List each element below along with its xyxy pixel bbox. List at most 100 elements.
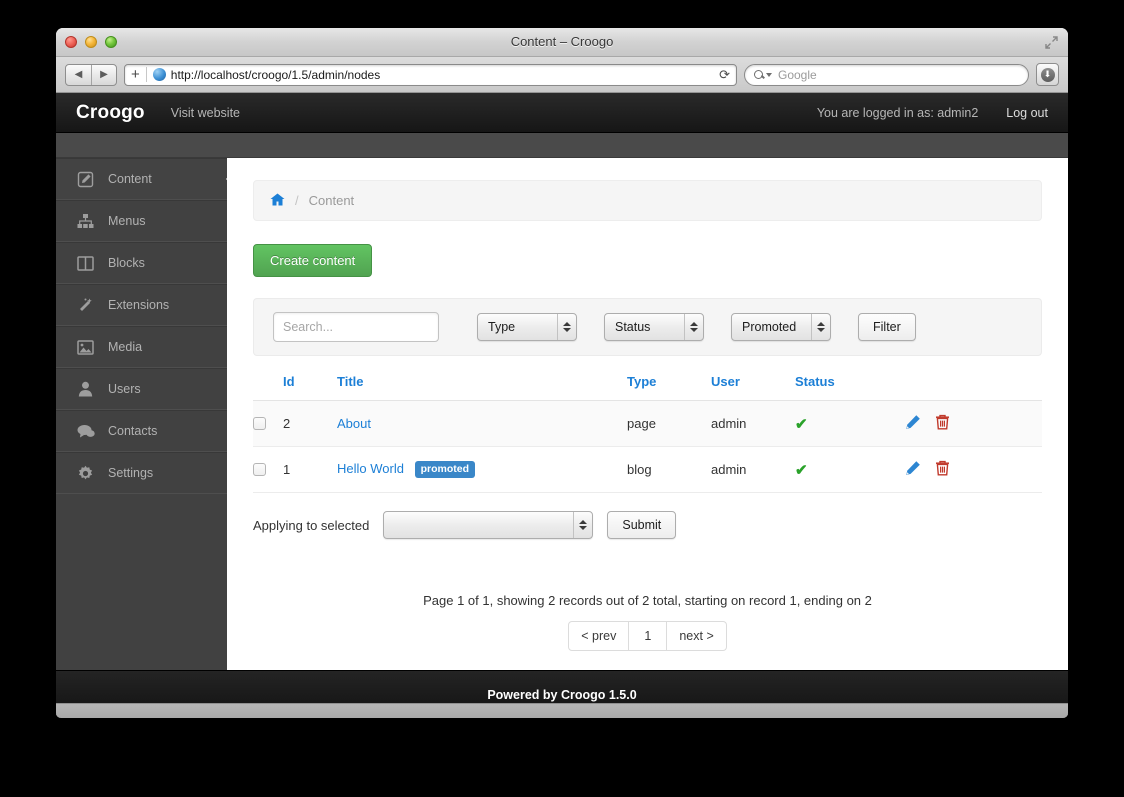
- app-brand-logo[interactable]: Croogo: [76, 102, 145, 124]
- breadcrumb-current: Content: [308, 193, 355, 208]
- columns-icon: [76, 254, 95, 273]
- table-body: 2 About page admin ✔ 1 Hello World promo…: [253, 400, 1042, 493]
- status-select-value: Status: [615, 320, 651, 334]
- row-actions-cell: [905, 446, 1042, 493]
- download-icon: ⬇: [1040, 67, 1055, 82]
- promoted-badge: promoted: [414, 461, 475, 478]
- row-status-cell: ✔: [795, 446, 905, 493]
- th-user[interactable]: User: [711, 362, 795, 401]
- promoted-select[interactable]: Promoted: [731, 313, 831, 341]
- nav-buttons: ◀ ▶: [65, 63, 117, 86]
- stepper-arrows-icon: [557, 314, 576, 340]
- browser-search-field[interactable]: Google: [744, 63, 1029, 86]
- th-type[interactable]: Type: [627, 362, 711, 401]
- row-status-cell: ✔: [795, 400, 905, 447]
- stepper-arrows-icon: [811, 314, 830, 340]
- filter-button[interactable]: Filter: [858, 313, 916, 341]
- check-icon[interactable]: ✔: [795, 416, 808, 433]
- pagination-prev[interactable]: < prev: [568, 621, 630, 651]
- new-tab-button[interactable]: +: [131, 67, 147, 82]
- row-checkbox[interactable]: [253, 417, 266, 430]
- type-select[interactable]: Type: [477, 313, 577, 341]
- sidebar-item-label: Extensions: [108, 298, 170, 312]
- downloads-button[interactable]: ⬇: [1036, 63, 1059, 86]
- filter-bar: Search... Type Status Promoted Filter: [253, 298, 1042, 356]
- row-checkbox[interactable]: [253, 463, 266, 476]
- search-input-placeholder: Search...: [283, 320, 334, 334]
- sidebar-item-label: Content: [108, 172, 152, 186]
- user-icon: [76, 380, 95, 399]
- th-id[interactable]: Id: [283, 362, 337, 401]
- bulk-submit-button[interactable]: Submit: [607, 511, 677, 539]
- forward-button[interactable]: ▶: [91, 64, 116, 85]
- search-icon: [754, 70, 763, 79]
- bulk-action-select[interactable]: [383, 511, 594, 539]
- pagination-page-1[interactable]: 1: [629, 621, 668, 651]
- sidebar-item-label: Settings: [108, 466, 154, 480]
- pagination-next[interactable]: next >: [667, 621, 727, 651]
- row-type: page: [627, 400, 711, 447]
- sidebar-item-extensions[interactable]: Extensions: [56, 284, 227, 326]
- fullscreen-icon[interactable]: [1044, 35, 1059, 50]
- edit-row-button[interactable]: [905, 414, 921, 433]
- reload-button[interactable]: ⟳: [713, 67, 730, 83]
- chevron-down-icon: [766, 72, 772, 77]
- table-head: Id Title Type User Status: [253, 362, 1042, 401]
- table-header-row: Id Title Type User Status: [253, 362, 1042, 401]
- pagination-info: Page 1 of 1, showing 2 records out of 2 …: [423, 593, 872, 608]
- table-row: 2 About page admin ✔: [253, 400, 1042, 447]
- home-icon[interactable]: [270, 193, 285, 209]
- active-item-arrow-icon: [226, 168, 237, 190]
- delete-row-button[interactable]: [935, 460, 950, 479]
- window-bottom-bar: [56, 703, 1068, 718]
- search-input[interactable]: Search...: [273, 312, 439, 342]
- edit-row-button[interactable]: [905, 460, 921, 479]
- site-globe-icon: [152, 68, 166, 81]
- croogo-admin-app: Croogo Visit website You are logged in a…: [56, 93, 1068, 718]
- sidebar-item-label: Contacts: [108, 424, 158, 438]
- row-id: 1: [283, 446, 337, 493]
- sidebar-item-settings[interactable]: Settings: [56, 452, 227, 494]
- sidebar-item-label: Blocks: [108, 256, 145, 270]
- content-table: Id Title Type User Status 2 About page a…: [253, 362, 1042, 493]
- back-button[interactable]: ◀: [66, 65, 91, 85]
- type-select-value: Type: [488, 320, 516, 334]
- th-select: [253, 362, 283, 401]
- delete-row-button[interactable]: [935, 414, 950, 433]
- sidebar-item-content[interactable]: Content: [56, 158, 237, 200]
- bulk-actions-row: Applying to selected Submit: [253, 511, 1042, 539]
- window-titlebar: Content – Croogo: [56, 28, 1068, 57]
- row-title-link[interactable]: About: [337, 416, 371, 431]
- app-topbar: Croogo Visit website You are logged in a…: [56, 93, 1068, 133]
- app-subbar: [56, 133, 1068, 158]
- row-title-link[interactable]: Hello World: [337, 461, 404, 476]
- address-bar[interactable]: + http://localhost/croogo/1.5/admin/node…: [124, 63, 737, 86]
- sidebar-item-contacts[interactable]: Contacts: [56, 410, 227, 452]
- stepper-arrows-icon: [684, 314, 703, 340]
- row-user: admin: [711, 446, 795, 493]
- check-icon[interactable]: ✔: [795, 462, 808, 479]
- gear-icon: [76, 464, 95, 483]
- magic-wand-icon: [76, 296, 95, 315]
- sidebar-item-media[interactable]: Media: [56, 326, 227, 368]
- sidebar-item-blocks[interactable]: Blocks: [56, 242, 227, 284]
- row-actions-cell: [905, 400, 1042, 447]
- sitemap-icon: [76, 212, 95, 231]
- browser-search-placeholder: Google: [778, 67, 817, 82]
- sidebar-item-menus[interactable]: Menus: [56, 200, 227, 242]
- status-select[interactable]: Status: [604, 313, 704, 341]
- th-title[interactable]: Title: [337, 362, 627, 401]
- sidebar-item-label: Menus: [108, 214, 146, 228]
- browser-toolbar: ◀ ▶ + http://localhost/croogo/1.5/admin/…: [56, 57, 1068, 93]
- promoted-select-value: Promoted: [742, 320, 797, 334]
- sidebar-item-label: Users: [108, 382, 141, 396]
- url-text: http://localhost/croogo/1.5/admin/nodes: [170, 67, 381, 82]
- row-user: admin: [711, 400, 795, 447]
- sidebar: Content Menus Blocks Extensions Media Us…: [56, 158, 237, 695]
- create-content-button[interactable]: Create content: [253, 244, 373, 277]
- log-out-link[interactable]: Log out: [1006, 106, 1048, 120]
- th-status[interactable]: Status: [795, 362, 905, 401]
- visit-website-link[interactable]: Visit website: [171, 106, 240, 120]
- browser-window: Content – Croogo ◀ ▶ + http://localhost/…: [56, 28, 1068, 718]
- sidebar-item-users[interactable]: Users: [56, 368, 227, 410]
